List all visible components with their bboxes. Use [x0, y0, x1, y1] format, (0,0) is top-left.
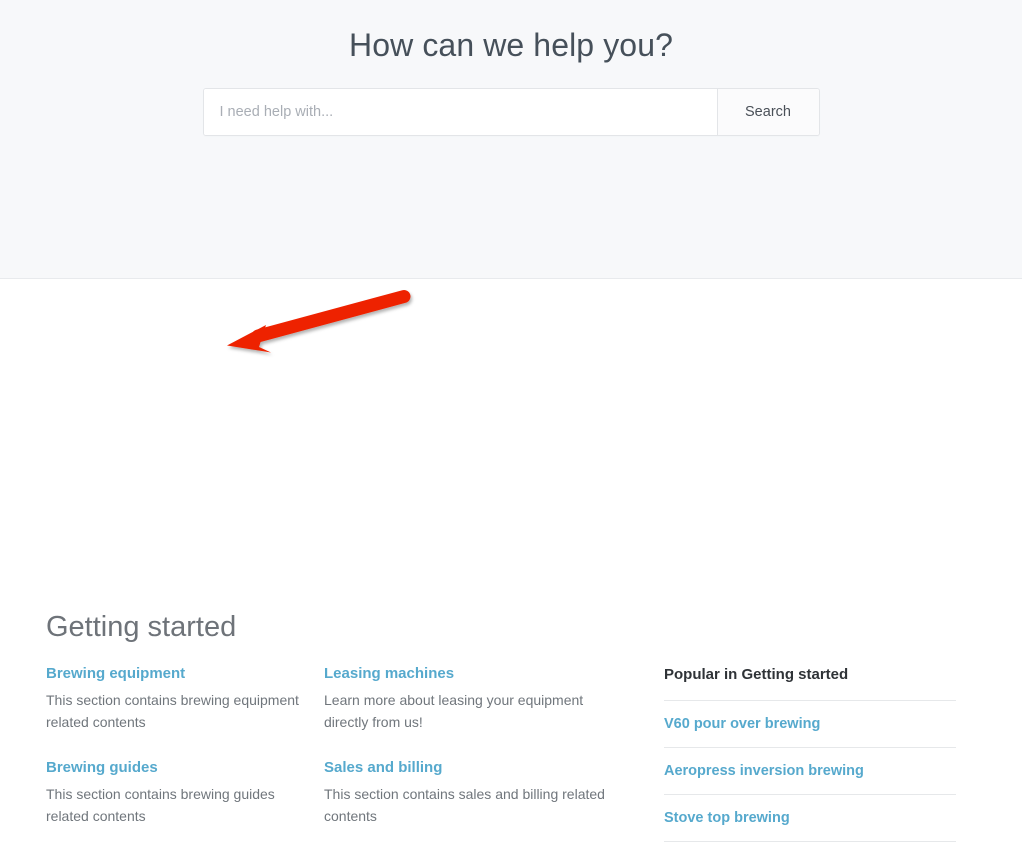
page-title: How can we help you? — [349, 27, 673, 63]
category-item: Sales and billing This section contains … — [324, 758, 650, 827]
list-item[interactable]: Stove top brewing — [664, 795, 956, 842]
popular-link-v60-pour-over-brewing[interactable]: V60 pour over brewing — [664, 716, 820, 732]
category-link-brewing-equipment[interactable]: Brewing equipment — [46, 664, 185, 683]
search-input[interactable] — [203, 89, 718, 135]
category-column-left: Brewing equipment This section contains … — [0, 664, 320, 827]
category-description: This section contains sales and billing … — [324, 786, 605, 824]
search-bar: Search — [202, 88, 820, 136]
category-description: This section contains brewing guides rel… — [46, 786, 275, 824]
category-description: This section contains brewing equipment … — [46, 692, 299, 730]
page-section-title: Getting started — [46, 611, 237, 643]
list-item[interactable]: Aeropress inversion brewing — [664, 748, 956, 795]
popular-sidebar: Popular in Getting started V60 pour over… — [650, 664, 956, 842]
red-arrow-icon — [227, 290, 411, 353]
list-item[interactable]: V60 pour over brewing — [664, 701, 956, 748]
category-link-leasing-machines[interactable]: Leasing machines — [324, 664, 454, 683]
category-item: Leasing machines Learn more about leasin… — [324, 664, 650, 733]
category-item: Brewing guides This section contains bre… — [46, 758, 320, 827]
content-columns: Brewing equipment This section contains … — [0, 664, 1022, 842]
category-link-sales-and-billing[interactable]: Sales and billing — [324, 758, 442, 777]
popular-link-aeropress-inversion-brewing[interactable]: Aeropress inversion brewing — [664, 763, 864, 779]
popular-article-list: V60 pour over brewing Aeropress inversio… — [664, 701, 956, 842]
search-button[interactable]: Search — [717, 89, 819, 135]
category-item: Brewing equipment This section contains … — [46, 664, 320, 733]
category-column-middle: Leasing machines Learn more about leasin… — [320, 664, 650, 827]
popular-sidebar-title: Popular in Getting started — [664, 664, 956, 701]
hero-section: How can we help you? Search — [0, 0, 1022, 279]
category-description: Learn more about leasing your equipment … — [324, 692, 584, 730]
popular-link-stove-top-brewing[interactable]: Stove top brewing — [664, 810, 790, 826]
category-link-brewing-guides[interactable]: Brewing guides — [46, 758, 158, 777]
